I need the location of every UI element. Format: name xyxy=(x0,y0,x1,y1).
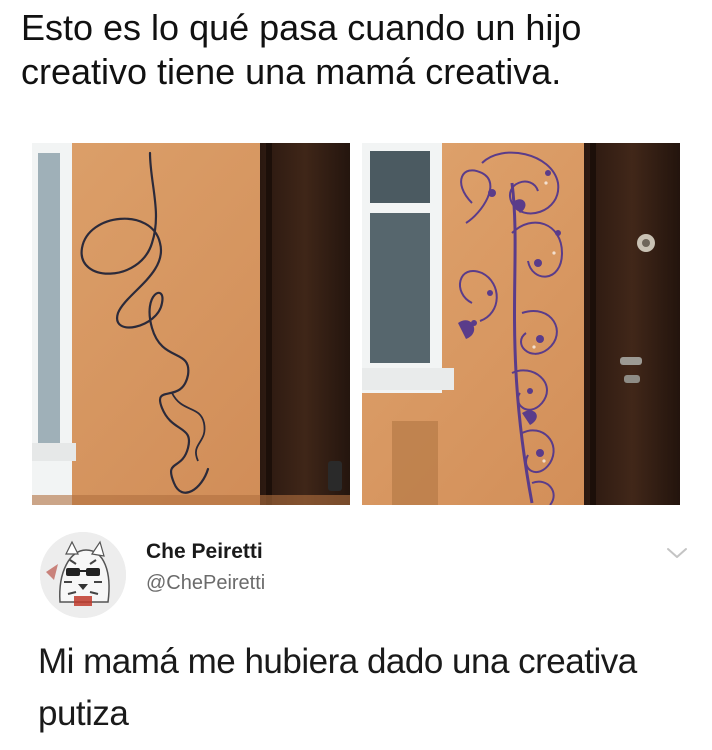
meme-caption: Esto es lo qué pasa cuando un hijo creat… xyxy=(21,7,582,92)
ornament-wall-photo xyxy=(362,143,680,505)
meme-page: Esto es lo qué pasa cuando un hijo creat… xyxy=(0,0,712,750)
tweet-text: Mi mamá me hubiera dado una creativa put… xyxy=(38,642,637,733)
tweet-card: Che Peiretti @ChePeiretti Mi mamá me hub… xyxy=(0,520,712,750)
chevron-down-icon[interactable] xyxy=(666,546,688,560)
display-name[interactable]: Che Peiretti xyxy=(146,540,263,564)
user-handle[interactable]: @ChePeiretti xyxy=(146,572,265,595)
photo-row xyxy=(0,143,712,508)
scribble-wall-photo xyxy=(32,143,350,505)
tiger-avatar[interactable] xyxy=(40,532,126,618)
